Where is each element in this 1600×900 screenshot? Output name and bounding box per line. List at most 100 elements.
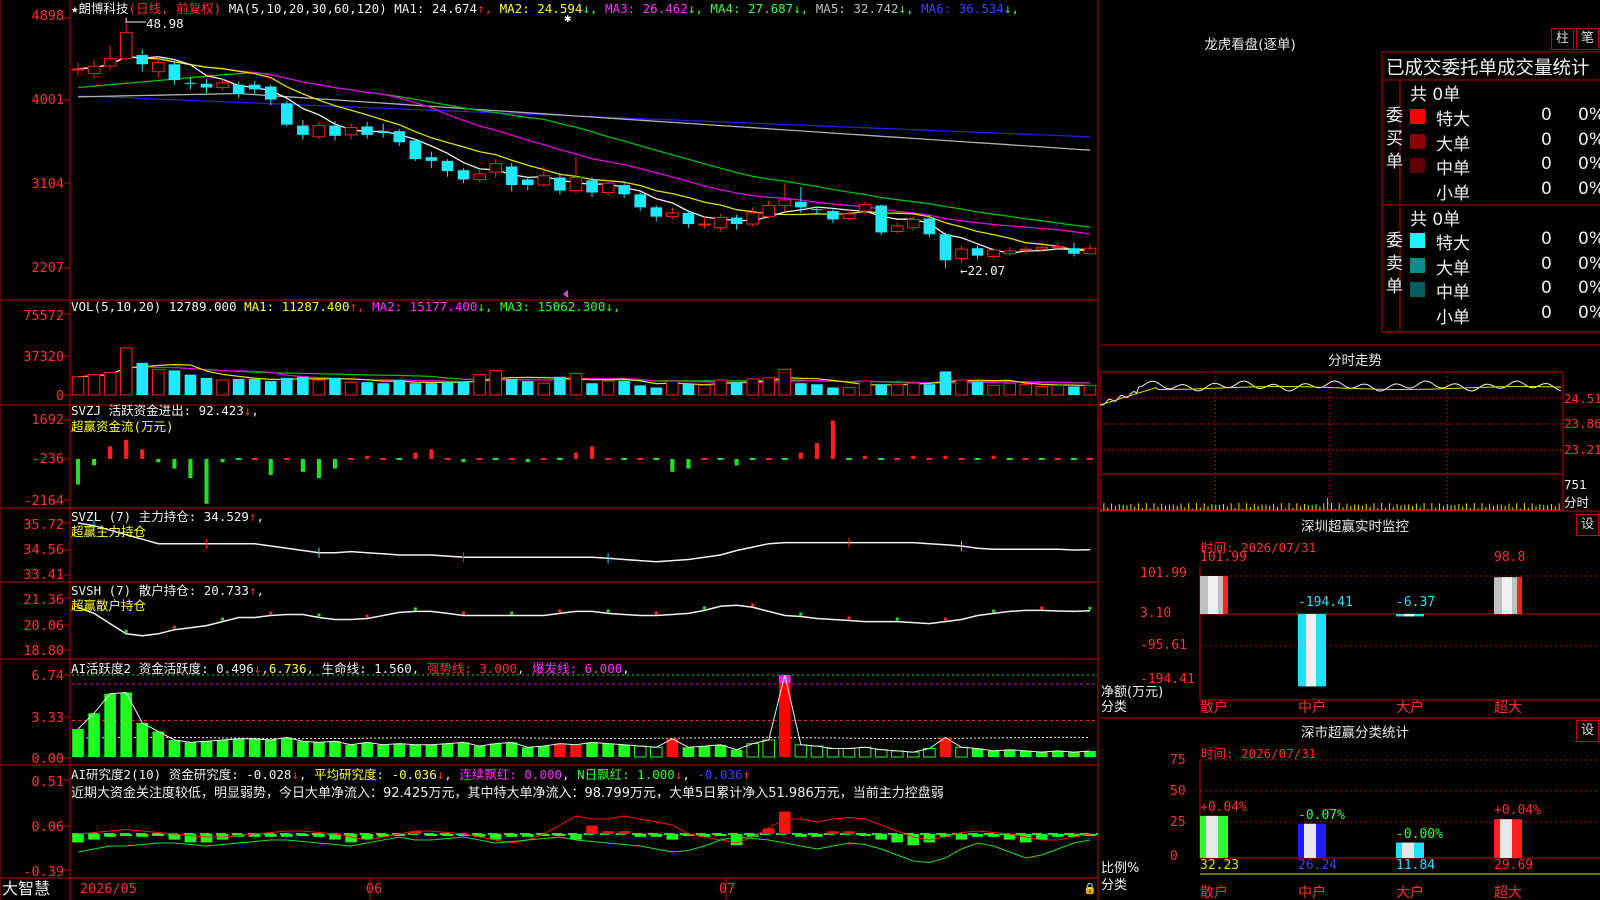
date-label-3: 07 — [719, 881, 736, 897]
active-bar — [1068, 752, 1080, 757]
class-category: 散户 — [1200, 885, 1228, 900]
vol-bar — [827, 387, 839, 395]
stock-name[interactable]: 朗博科技 — [79, 1, 129, 16]
research-bar — [730, 834, 743, 846]
candle-body — [1003, 250, 1016, 255]
class-category: 中户 — [1298, 885, 1326, 900]
row-pct: 0% — [1578, 302, 1600, 323]
candle-body — [409, 140, 422, 160]
row-count: 0 — [1541, 302, 1552, 323]
monitor-area — [1200, 566, 1600, 701]
vol-bar — [119, 347, 133, 396]
active-bar — [297, 741, 309, 757]
candle — [297, 120, 309, 140]
candle-body — [489, 163, 502, 173]
active-bar — [88, 713, 100, 757]
life-line — [77, 736, 1091, 740]
candle-body — [393, 131, 406, 143]
ma-item-1: MA1: 24.674 — [394, 1, 478, 16]
candle — [377, 123, 389, 138]
active-bar — [971, 748, 984, 757]
candle-body — [554, 177, 566, 191]
flow-bar — [943, 455, 948, 459]
sz-class-settings-button[interactable]: 设 — [1576, 720, 1599, 742]
price-axis-4: 2207 — [31, 260, 64, 276]
intraday-avg-line — [1100, 386, 1562, 406]
research-bar — [971, 834, 984, 837]
active-bar — [521, 747, 534, 757]
monitor-category: 超大 — [1494, 700, 1522, 716]
row-count: 0 — [1541, 105, 1552, 125]
svsh-tick — [462, 611, 466, 615]
research-bar — [714, 834, 727, 836]
intraday-title[interactable]: 分时走势 — [1210, 349, 1500, 369]
intraday-axis-1: 24.51 — [1564, 391, 1600, 406]
candle-body — [618, 185, 630, 195]
active-bar — [874, 749, 888, 758]
vol-bar — [698, 384, 711, 396]
research-bar — [72, 834, 84, 843]
vol-bar — [264, 381, 277, 395]
svsh-tick — [654, 611, 658, 615]
flow-bar — [444, 458, 451, 460]
candle-body — [103, 58, 117, 67]
row-name: 大单 — [1436, 134, 1470, 155]
ai-active-label: AI活跃度2 — [71, 661, 132, 676]
ma-item-6: MA6: 36.534 — [921, 1, 1004, 16]
vol-bar — [634, 385, 647, 395]
green-research-line — [77, 836, 1091, 864]
legend-swatch — [1410, 158, 1425, 173]
vol-bar — [71, 376, 85, 396]
candle — [939, 232, 952, 268]
candle — [264, 84, 277, 106]
intraday-price-line — [1100, 380, 1562, 406]
tick-mode-button[interactable]: 笔 — [1576, 28, 1599, 50]
row-name: 特大 — [1436, 110, 1470, 130]
intraday-axis-2: 23.86 — [1564, 416, 1600, 431]
lock-icon[interactable]: 🔒 — [1083, 882, 1097, 896]
vol-bar — [618, 381, 630, 395]
ai-research-t5: -0.036 — [697, 767, 743, 782]
research-bar — [200, 834, 213, 843]
price-axis-1: 4898 — [31, 8, 64, 24]
flow-bar — [1038, 458, 1045, 460]
candle-body — [1019, 248, 1033, 251]
active-bar — [264, 739, 277, 757]
brand-logo[interactable]: 大智慧 — [2, 880, 50, 898]
candle — [746, 207, 759, 227]
ma-item-arrow-1: ↑, — [477, 1, 500, 16]
candle-body — [87, 65, 101, 75]
star-icon: ★ — [71, 1, 79, 16]
research-bar — [120, 834, 132, 836]
row-pct: 0% — [1578, 178, 1600, 199]
svzj-arrow: ↓ — [243, 403, 252, 418]
bar-mode-button[interactable]: 柱 — [1551, 28, 1574, 50]
sz-monitor-settings-button[interactable]: 设 — [1576, 514, 1599, 536]
candle-body — [875, 205, 887, 233]
candle-body — [907, 218, 920, 229]
active-bar — [281, 737, 293, 757]
ma-item-arrow-3: ↓, — [687, 1, 711, 16]
period-label[interactable]: (日线, 前复权) — [129, 1, 222, 16]
ai-research-t1: 资金研究度: -0.028 — [168, 767, 292, 782]
flow-bar — [300, 459, 305, 472]
vol-bar — [1051, 384, 1065, 396]
row-pct: 0% — [1578, 105, 1600, 125]
candle-body — [216, 82, 229, 88]
svsh-arrow: ↑ — [248, 583, 257, 598]
flow-bar — [1087, 458, 1093, 460]
flow-bar — [1022, 458, 1029, 460]
active-bar — [586, 742, 598, 757]
flow-bar — [573, 452, 579, 459]
candle-body — [344, 126, 358, 136]
candle-body — [955, 248, 968, 259]
research-bar — [297, 834, 309, 836]
ai-research-axis-1: 0.51 — [31, 774, 64, 790]
vol-bar — [586, 383, 598, 395]
research-bar — [136, 834, 149, 837]
monitor-bar-highlight — [1404, 614, 1414, 617]
ai-research-t3: 连续飘红: 0.000 — [459, 767, 563, 782]
candle — [87, 59, 101, 79]
active-bar — [570, 744, 582, 757]
main-chart-area[interactable]: ✱ — [0, 0, 1100, 900]
